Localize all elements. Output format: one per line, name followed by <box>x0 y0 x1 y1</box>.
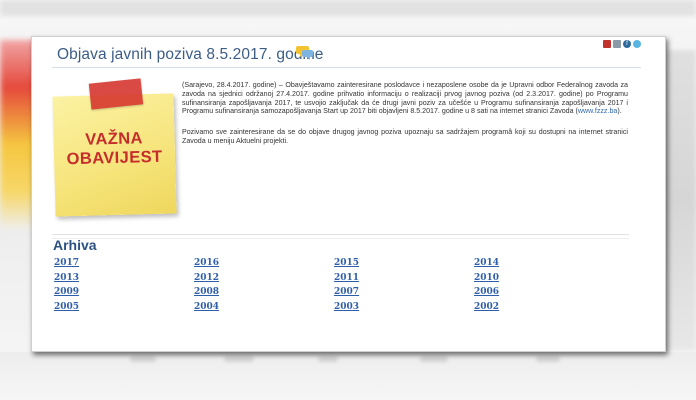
sticky-note: VAŽNA OBAVIJEST <box>52 93 177 217</box>
website-link[interactable]: www.fzzz.ba <box>578 107 617 115</box>
paragraph-1-end: ). <box>617 107 622 116</box>
archive-year-link[interactable]: 2002 <box>474 301 614 315</box>
print-icon[interactable] <box>613 40 621 48</box>
archive-year-link[interactable]: 2009 <box>54 286 194 300</box>
pdf-icon[interactable] <box>603 40 611 48</box>
archive-year-link[interactable]: 2011 <box>334 272 474 286</box>
archive-year-link[interactable]: 2016 <box>194 257 334 271</box>
content-panel: Objava javnih poziva 8.5.2017. godine f … <box>31 36 666 352</box>
note-line-2: OBAVIJEST <box>66 147 163 169</box>
archive-year-link[interactable]: 2004 <box>194 301 334 315</box>
title-divider <box>52 67 641 68</box>
background-bottom <box>0 352 696 400</box>
paragraph-1-text: (Sarajevo, 28.4.2017. godine) – Obavješt… <box>182 81 628 116</box>
facebook-icon[interactable]: f <box>623 40 631 48</box>
archive-year-link[interactable]: 2010 <box>474 272 614 286</box>
archive-year-link[interactable]: 2006 <box>474 286 614 300</box>
sticky-note-text: VAŽNA OBAVIJEST <box>53 128 175 169</box>
article-paragraph: (Sarajevo, 28.4.2017. godine) – Obavješt… <box>182 81 628 116</box>
sticky-tape <box>88 78 144 110</box>
article-body: (Sarajevo, 28.4.2017. godine) – Obavješt… <box>182 81 628 158</box>
speech-bubble-icon <box>296 46 313 60</box>
page-title: Objava javnih poziva 8.5.2017. godine <box>57 46 324 63</box>
background-stripe <box>0 0 696 16</box>
archive-title: Arhiva <box>53 237 97 253</box>
archive-year-grid: 2017 2016 2015 2014 2013 2012 2011 2010 … <box>54 257 614 314</box>
article-paragraph-2: Pozivamo sve zainteresirane da se do obj… <box>182 128 628 145</box>
background-blur-mark <box>420 356 448 362</box>
archive-year-link[interactable]: 2005 <box>54 301 194 315</box>
background-blur-mark <box>224 356 254 362</box>
archive-year-link[interactable]: 2003 <box>334 301 474 315</box>
archive-year-link[interactable]: 2017 <box>54 257 194 271</box>
archive-year-link[interactable]: 2014 <box>474 257 614 271</box>
archive-year-link[interactable]: 2008 <box>194 286 334 300</box>
archive-year-link[interactable]: 2013 <box>54 272 194 286</box>
twitter-icon[interactable] <box>633 40 641 48</box>
section-divider <box>52 234 629 235</box>
section-divider <box>52 238 629 239</box>
background-blur-mark <box>318 356 338 362</box>
archive-year-link[interactable]: 2007 <box>334 286 474 300</box>
archive-year-link[interactable]: 2015 <box>334 257 474 271</box>
background-blur-mark <box>130 356 156 362</box>
archive-year-link[interactable]: 2012 <box>194 272 334 286</box>
background-blur-mark <box>536 356 560 362</box>
share-toolbar: f <box>603 40 641 48</box>
